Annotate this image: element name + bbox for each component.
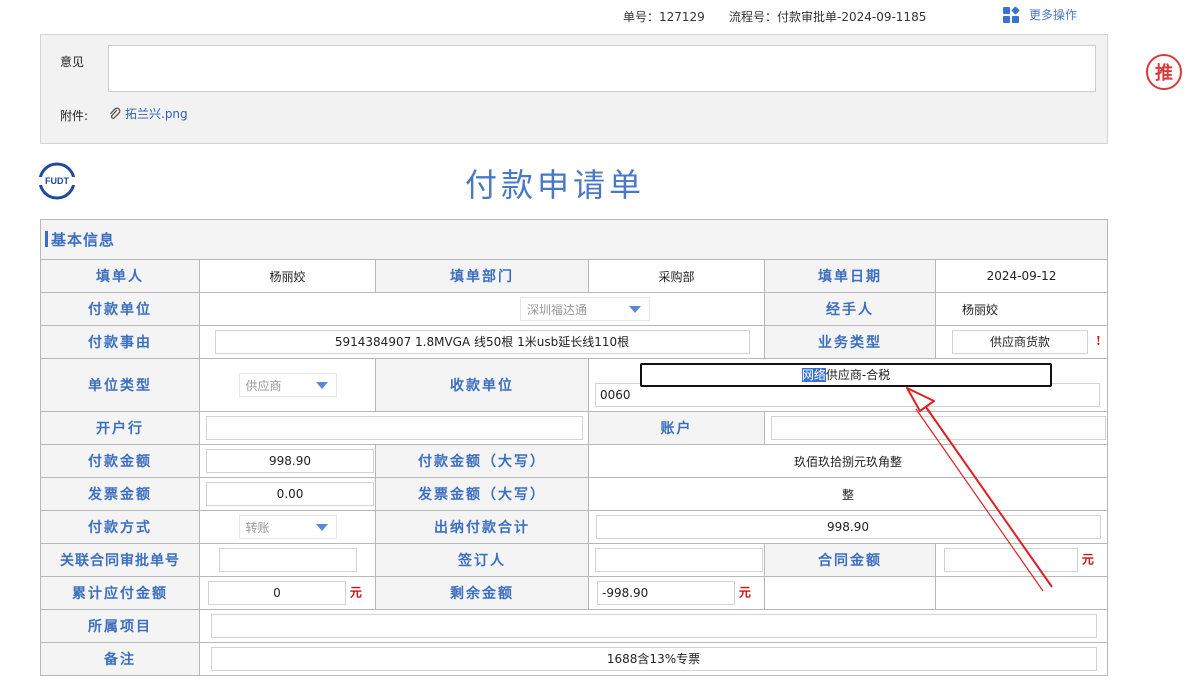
reason-input[interactable]: 5914384907 1.8MVGA 线50根 1米usb延长线110根 [214, 330, 750, 354]
process-number: 流程号：付款审批单-2024-09-1185 [729, 10, 927, 24]
remain-input[interactable]: -998.90 [597, 581, 735, 605]
unit-type-select[interactable]: 供应商 [238, 373, 337, 397]
invoice-input[interactable]: 0.00 [206, 482, 374, 506]
apps-grid-icon [1003, 5, 1020, 23]
label-filler: 填单人 [40, 259, 200, 293]
paperclip-icon [110, 107, 121, 119]
value-dept: 采购部 [588, 259, 765, 293]
cashier-total-input[interactable]: 998.90 [595, 515, 1101, 539]
label-invoice-cn: 发票金额（大写） [375, 477, 589, 511]
search-match-highlight: 网络 [801, 368, 826, 382]
approval-stamp: 推 [1146, 54, 1182, 90]
more-actions-label: 更多操作 [1029, 8, 1078, 22]
label-bank: 开户行 [40, 411, 200, 445]
top-bar: 单号：127129 流程号：付款审批单-2024-09-1185 更多操作 [0, 0, 1199, 32]
label-contract-amount: 合同金额 [764, 543, 936, 577]
label-project: 所属项目 [40, 609, 200, 643]
label-reason: 付款事由 [40, 325, 200, 359]
payment-method-select[interactable]: 转账 [238, 515, 337, 539]
label-receiver: 收款单位 [375, 358, 589, 412]
label-biz-type: 业务类型 [764, 325, 936, 359]
label-amount-cn: 付款金额（大写） [375, 444, 589, 478]
payer-unit-select[interactable]: 深圳福达通 [520, 297, 650, 321]
bank-input[interactable] [206, 416, 583, 440]
label-contract-no: 关联合同审批单号 [40, 543, 200, 577]
order-number: 单号：127129 [623, 10, 705, 24]
value-amount-cn: 玖佰玖拾捌元玖角整 [587, 444, 1109, 478]
value-filler: 杨丽姣 [199, 259, 376, 293]
form-title: 付款申请单 [464, 166, 645, 204]
label-payer-unit: 付款单位 [40, 292, 200, 326]
attachment-filename: 拓兰兴.png [125, 107, 188, 121]
amount-input[interactable]: 998.90 [206, 449, 374, 473]
label-date: 填单日期 [764, 259, 936, 293]
unit-yuan: 元 [1081, 552, 1094, 567]
label-dept: 填单部门 [375, 259, 589, 293]
contract-amount-input[interactable] [944, 548, 1078, 572]
label-unit-type: 单位类型 [40, 358, 200, 412]
label-remain: 剩余金额 [375, 576, 589, 610]
project-input[interactable] [210, 614, 1097, 638]
label-signer: 签订人 [375, 543, 589, 577]
attachment-link[interactable]: 拓兰兴.png [108, 105, 188, 122]
label-method: 付款方式 [40, 510, 200, 544]
unit-yuan: 元 [349, 585, 362, 600]
receiver-dropdown-option[interactable]: 网络供应商-合税 [640, 363, 1052, 387]
opinion-label: 意见 [60, 55, 85, 69]
signer-input[interactable] [595, 548, 763, 572]
opinion-input[interactable] [108, 45, 1096, 92]
attachment-label: 附件: [60, 109, 89, 123]
section-basic-info: 基本信息 [39, 219, 1109, 260]
accum-input[interactable]: 0 [208, 581, 346, 605]
label-amount: 付款金额 [40, 444, 200, 478]
dropdown-arrow-icon [315, 523, 328, 531]
label-account: 账户 [588, 411, 765, 445]
dropdown-arrow-icon [315, 381, 328, 389]
required-mark: ! [1095, 334, 1102, 348]
account-input[interactable] [771, 416, 1106, 440]
value-handler: 杨丽姣 [934, 292, 1109, 326]
biz-type-input[interactable]: 供应商货款 [952, 330, 1088, 354]
dropdown-arrow-icon [629, 305, 641, 313]
opinion-panel: 意见 附件: 拓兰兴.png [40, 34, 1108, 144]
contract-no-input[interactable] [218, 548, 357, 572]
label-handler: 经手人 [764, 292, 936, 326]
unit-yuan: 元 [738, 585, 751, 600]
label-accum: 累计应付金额 [40, 576, 200, 610]
more-actions-button[interactable]: 更多操作 [1003, 5, 1078, 23]
value-invoice-cn: 整 [587, 477, 1109, 511]
label-cashier-total: 出纳付款合计 [375, 510, 589, 544]
value-date: 2024-09-12 [934, 259, 1109, 293]
label-invoice: 发票金额 [40, 477, 200, 511]
payment-form-table: 基本信息 填单人 杨丽姣 填单部门 采购部 填单日期 2024-09-12 付款… [39, 219, 1109, 676]
receiver-option-text: 供应商-合税 [825, 368, 891, 382]
remark-input[interactable]: 1688含13%专票 [210, 647, 1097, 671]
label-remark: 备注 [40, 642, 200, 676]
